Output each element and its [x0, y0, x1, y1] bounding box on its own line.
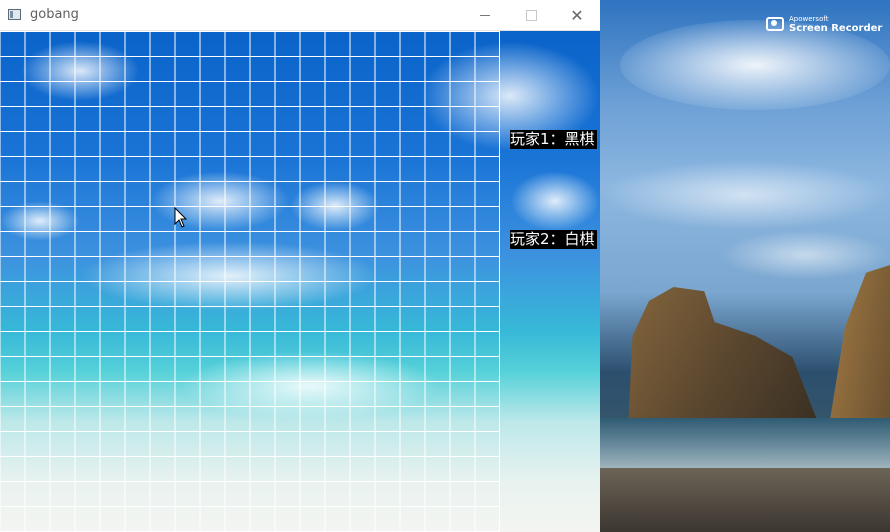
app-window: gobang ✕ 玩家1：黑棋 玩家2：白棋 [0, 0, 600, 532]
rock-formation [830, 265, 890, 420]
cloud [720, 230, 890, 280]
window-app-icon[interactable] [8, 9, 21, 20]
minimize-button[interactable] [462, 0, 508, 31]
minimize-icon [480, 15, 490, 16]
mouse-pointer-icon [174, 207, 188, 228]
beach [600, 468, 890, 532]
close-icon: ✕ [570, 5, 584, 25]
cloud [600, 160, 890, 230]
maximize-icon [525, 10, 537, 21]
camera-icon [766, 17, 784, 31]
rock-formation [628, 287, 817, 420]
maximize-button[interactable] [508, 0, 554, 31]
window-title: gobang [30, 7, 79, 22]
sea [600, 418, 890, 468]
close-button[interactable]: ✕ [554, 0, 600, 31]
game-area: 玩家1：黑棋 玩家2：白棋 [0, 31, 600, 532]
player2-label: 玩家2：白棋 [510, 230, 597, 249]
gobang-board[interactable] [0, 31, 500, 532]
cloud [510, 171, 600, 231]
recorder-name: Screen Recorder [789, 23, 883, 34]
title-bar[interactable]: gobang ✕ [0, 0, 600, 31]
player1-label: 玩家1：黑棋 [510, 130, 597, 149]
screen-recorder-watermark: Apowersoft Screen Recorder [766, 14, 882, 34]
